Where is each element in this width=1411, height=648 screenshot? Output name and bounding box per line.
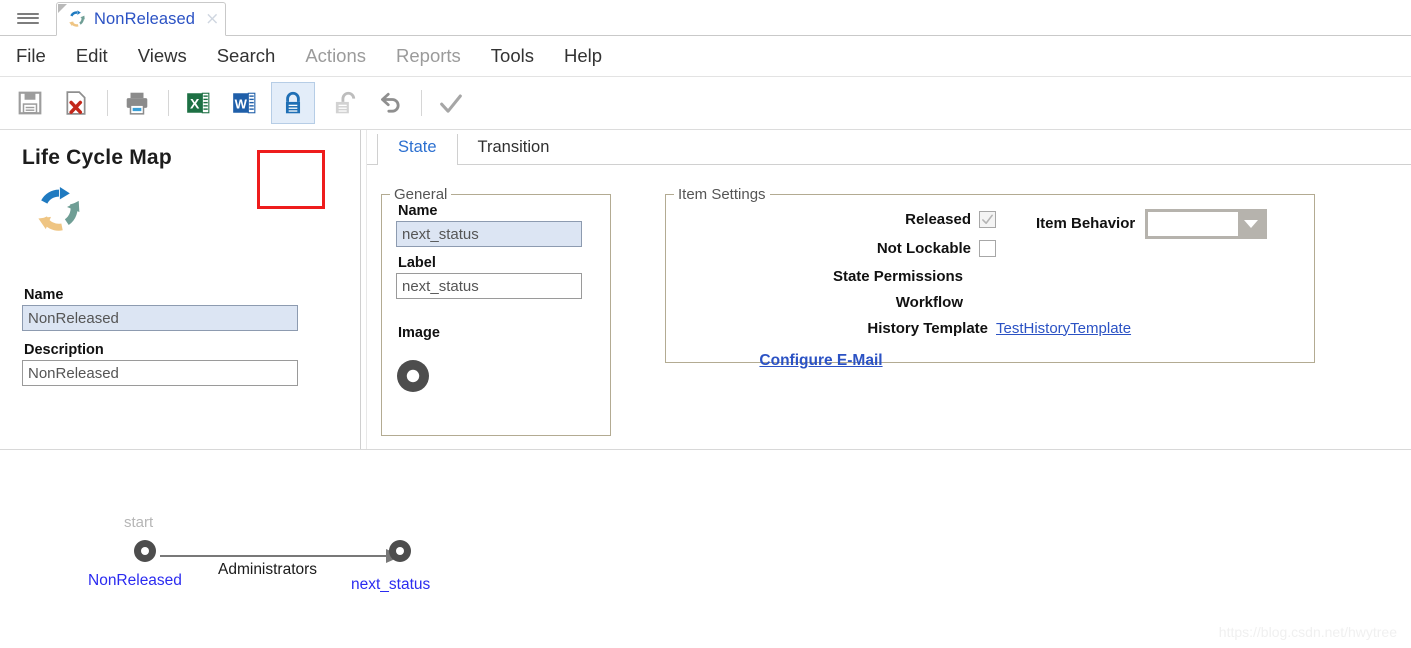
menu-item-reports: Reports <box>396 45 461 66</box>
lifecycle-circular-arrows-icon <box>69 10 85 27</box>
graph-node-next-status[interactable] <box>389 540 411 562</box>
state-permissions-label[interactable]: State Permissions <box>833 268 963 285</box>
toolbar-separator-1 <box>107 90 108 116</box>
workflow-row: Workflow <box>666 290 996 314</box>
graph-node-label-nonreleased[interactable]: NonReleased <box>88 572 182 590</box>
released-label: Released <box>905 210 971 228</box>
save-button[interactable] <box>8 82 52 124</box>
export-excel-button[interactable]: X <box>176 82 220 124</box>
description-input[interactable]: NonReleased <box>22 360 298 386</box>
state-image-label: Image <box>398 325 440 341</box>
done-check-icon <box>440 94 462 113</box>
close-icon[interactable]: × <box>205 10 219 28</box>
save-icon <box>18 91 42 115</box>
chevron-down-icon[interactable] <box>1238 212 1264 236</box>
lock-button[interactable] <box>271 82 315 124</box>
export-word-button[interactable]: W <box>222 82 266 124</box>
pane-splitter[interactable] <box>360 130 367 449</box>
window-tabstrip: NonReleased × <box>0 0 1411 36</box>
state-donut-icon[interactable] <box>396 359 430 393</box>
menu-item-help[interactable]: Help <box>562 43 604 69</box>
toolbar: X W <box>0 77 1411 209</box>
print-button[interactable] <box>115 82 159 124</box>
done-button[interactable] <box>429 82 473 124</box>
state-details-panel: State Transition General Name next_statu… <box>367 130 1411 449</box>
menu-item-actions: Actions <box>305 45 367 66</box>
undo-icon <box>381 92 400 113</box>
page-title: Life Cycle Map <box>22 146 172 169</box>
watermark: https://blog.csdn.net/hwytree <box>1218 624 1397 640</box>
name-field-label: Name <box>24 287 64 303</box>
item-behavior-value[interactable] <box>1148 212 1239 236</box>
export-excel-icon: X <box>187 92 210 114</box>
document-tab-nonreleased[interactable]: NonReleased × <box>56 2 227 36</box>
undo-button[interactable] <box>368 82 412 124</box>
item-settings-fieldset: Item Settings Released Not Lockable Stat… <box>665 186 1315 369</box>
tabstrip-fill <box>226 1 1411 36</box>
delete-icon <box>66 91 86 115</box>
graph-node-label-next-status[interactable]: next_status <box>351 576 430 594</box>
unlock-icon <box>335 91 356 114</box>
item-behavior-dropdown[interactable] <box>1145 209 1268 239</box>
lock-icon <box>285 91 301 114</box>
not-lockable-row: Not Lockable <box>666 236 996 260</box>
state-transition-tabs: State Transition <box>367 130 1411 165</box>
svg-text:W: W <box>235 96 248 111</box>
delete-button[interactable] <box>54 82 98 124</box>
released-row: Released <box>666 207 996 231</box>
graph-edge-label-administrators[interactable]: Administrators <box>218 561 317 579</box>
state-permissions-row: State Permissions <box>666 264 996 288</box>
print-icon <box>126 92 148 115</box>
description-field-label: Description <box>24 342 104 358</box>
menubar: File Edit Views Search Actions Reports T… <box>0 36 1411 77</box>
general-fieldset-legend: General <box>394 186 448 203</box>
hamburger-bar-2 <box>17 17 39 19</box>
lifecycle-circular-arrows-icon <box>38 187 80 231</box>
workflow-label[interactable]: Workflow <box>896 294 963 311</box>
main-content: Life Cycle Map Name NonReleased Descript… <box>0 130 1411 450</box>
menu-item-search[interactable]: Search <box>215 43 278 69</box>
hamburger-bar-3 <box>17 21 39 24</box>
menu-item-tools[interactable]: Tools <box>489 43 536 69</box>
lifecycle-graph: start NonReleased Administrators next_st… <box>0 450 1411 648</box>
unlock-button <box>322 82 366 124</box>
tab-state[interactable]: State <box>377 134 458 165</box>
hamburger-bar-1 <box>17 12 39 15</box>
state-name-label: Name <box>398 203 438 219</box>
tab-transition[interactable]: Transition <box>458 134 570 164</box>
menu-item-edit[interactable]: Edit <box>74 43 110 69</box>
toolbar-separator-3 <box>421 90 422 116</box>
menu-item-file[interactable]: File <box>14 43 48 69</box>
state-label-label: Label <box>398 255 436 271</box>
graph-node-nonreleased[interactable] <box>134 540 156 562</box>
hamburger-menu-icon[interactable] <box>0 0 56 36</box>
item-settings-fieldset-legend: Item Settings <box>678 186 766 203</box>
history-template-row: History Template TestHistoryTemplate <box>666 316 1131 340</box>
history-template-label: History Template <box>867 319 988 337</box>
svg-text:X: X <box>190 95 200 111</box>
released-checkbox[interactable] <box>979 210 996 228</box>
document-tab-label: NonReleased <box>94 9 196 28</box>
not-lockable-label: Not Lockable <box>876 239 971 257</box>
graph-start-label: start <box>124 514 154 531</box>
menu-item-views[interactable]: Views <box>136 43 189 69</box>
configure-email-link[interactable]: Configure E-Mail <box>759 352 882 369</box>
item-behavior-label: Item Behavior <box>1036 215 1136 232</box>
state-name-input[interactable]: next_status <box>396 221 582 247</box>
check-icon <box>982 214 993 224</box>
name-input[interactable]: NonReleased <box>22 305 298 331</box>
export-word-icon: W <box>233 92 256 114</box>
not-lockable-checkbox[interactable] <box>979 239 996 257</box>
lifecycle-map-panel: Life Cycle Map Name NonReleased Descript… <box>0 130 360 449</box>
state-label-input[interactable]: next_status <box>396 273 582 299</box>
toolbar-separator-2 <box>168 90 169 116</box>
general-fieldset: General Name next_status Label next_stat… <box>381 186 611 436</box>
tabstrip-left-fill <box>0 35 56 36</box>
configure-email-row: Configure E-Mail <box>666 352 996 370</box>
